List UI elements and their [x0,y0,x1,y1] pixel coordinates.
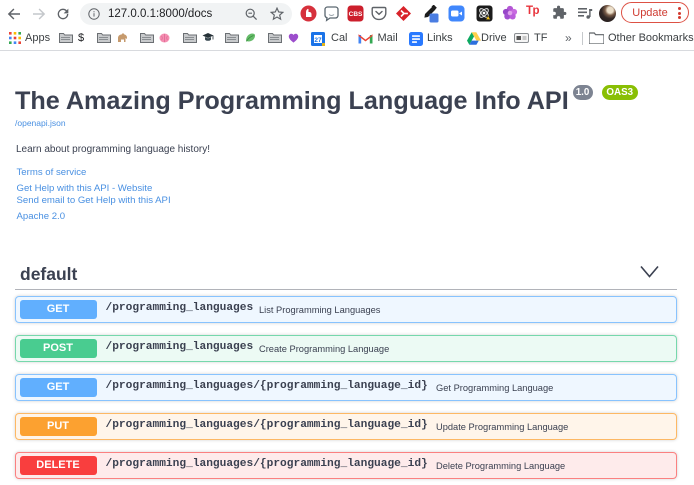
svg-text:CBS: CBS [349,11,363,18]
svg-text:27: 27 [314,36,322,43]
